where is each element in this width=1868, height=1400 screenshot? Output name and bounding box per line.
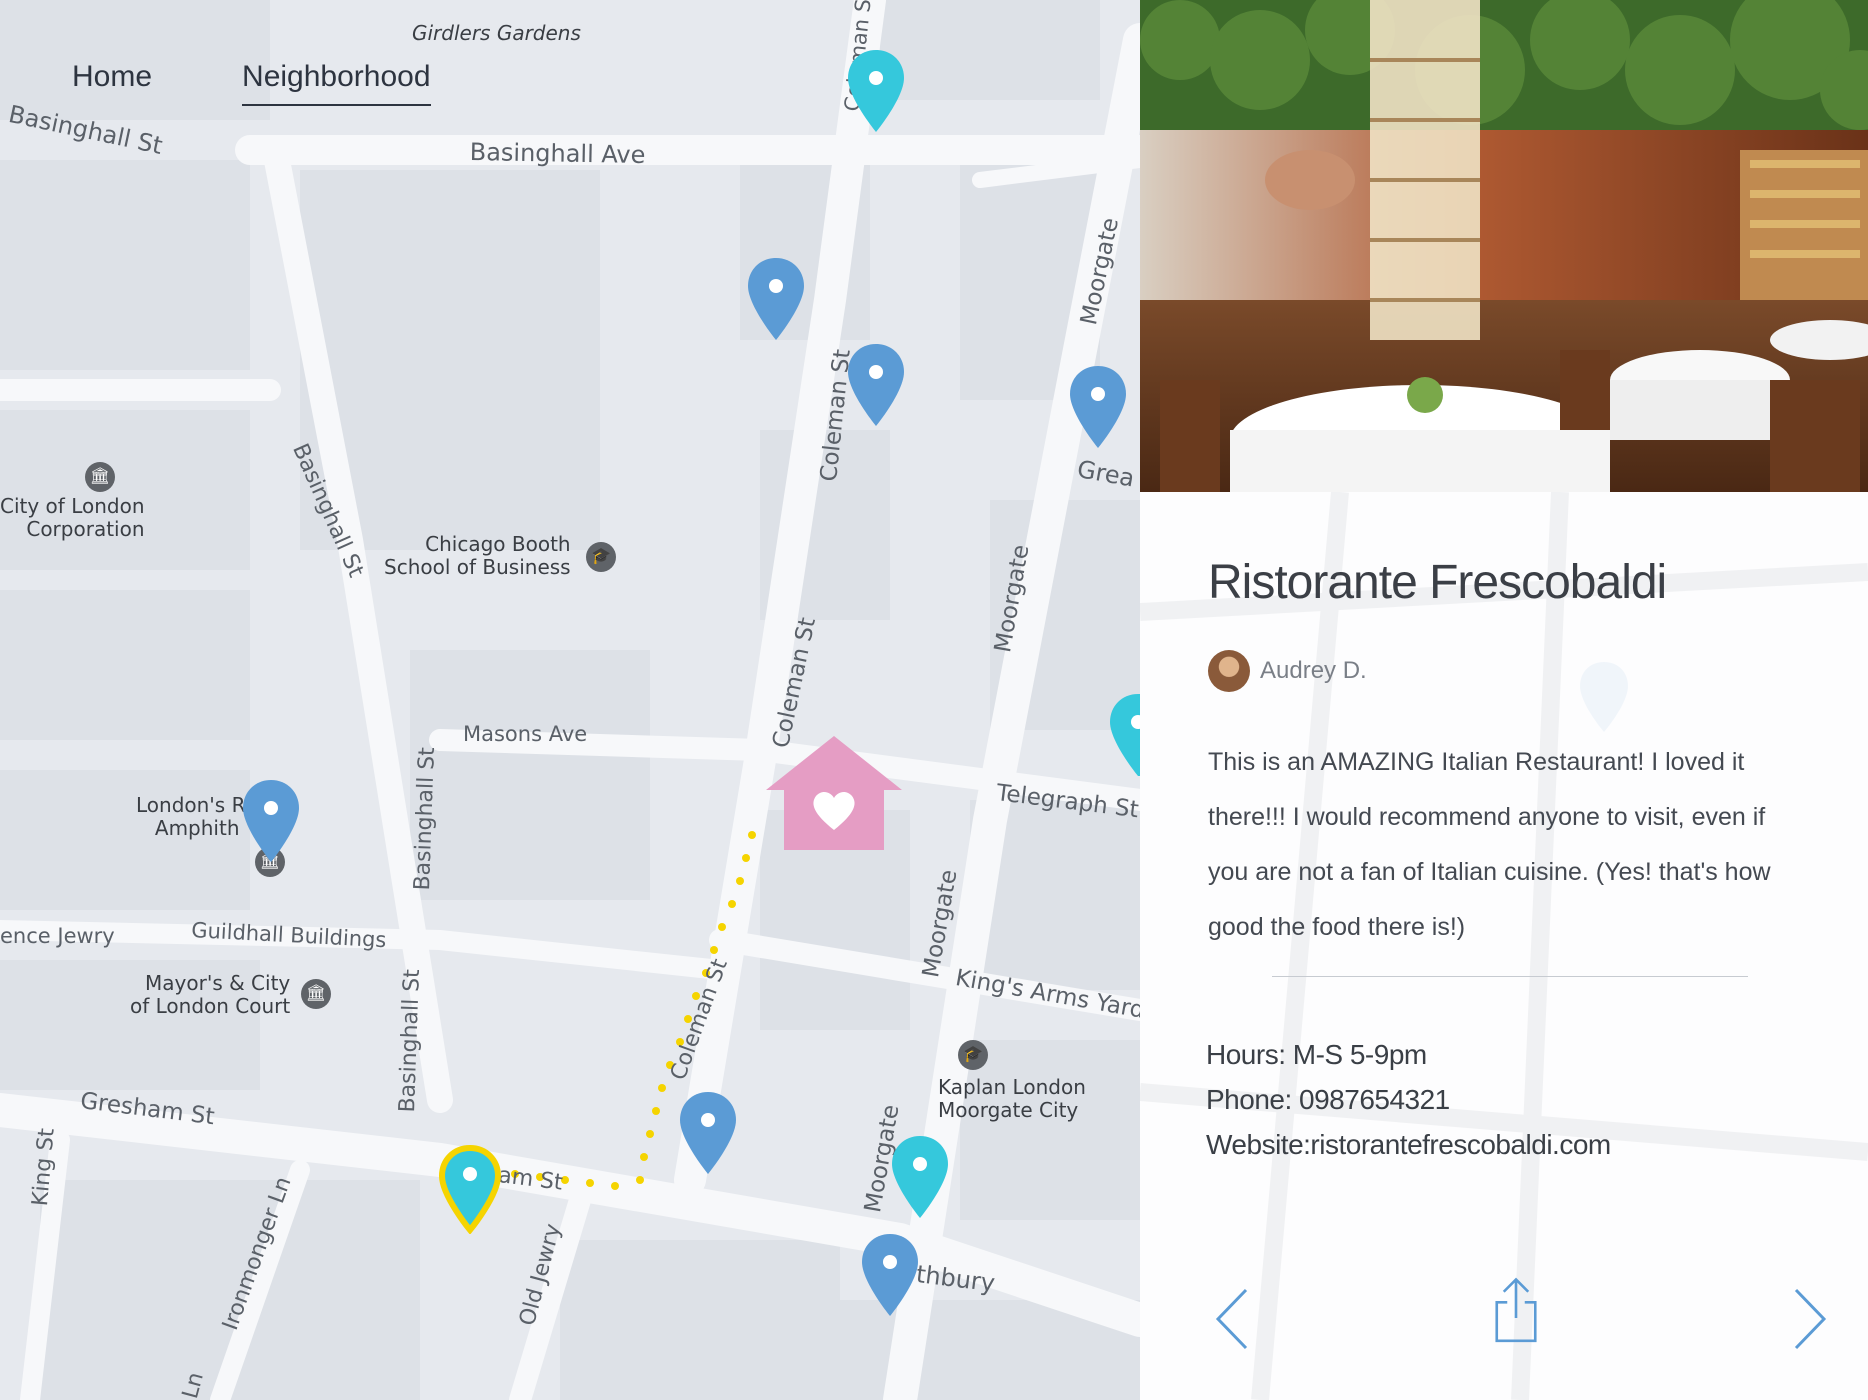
restaurant-info: Hours: M-S 5-9pm Phone: 0987654321 Websi…	[1206, 1032, 1611, 1167]
poi-kaplan[interactable]: Kaplan London Moorgate City	[938, 1076, 1086, 1122]
restaurant-name: Ristorante Frescobaldi	[1208, 556, 1667, 609]
share-icon[interactable]	[1486, 1276, 1546, 1346]
restaurant-photo	[1140, 0, 1868, 492]
home-heart-icon[interactable]	[764, 734, 904, 852]
school-icon[interactable]: 🎓	[586, 542, 616, 572]
map-pin-icon[interactable]	[846, 342, 906, 428]
map-pin-icon[interactable]	[241, 778, 301, 864]
map-pin-icon[interactable]	[1108, 692, 1140, 778]
avatar[interactable]	[1208, 650, 1250, 692]
top-nav: Home Neighborhood	[72, 60, 431, 106]
restaurant-detail-panel: Ristorante Frescobaldi Audrey D. This is…	[1140, 0, 1868, 1400]
street-label: ence Jewry	[0, 924, 115, 948]
website-link[interactable]: ristorantefrescobaldi.com	[1310, 1129, 1611, 1160]
map-base	[0, 0, 1140, 1400]
map-pin-icon[interactable]	[890, 1134, 950, 1220]
website-label: Website:	[1206, 1129, 1311, 1160]
nav-home[interactable]: Home	[72, 60, 152, 106]
website-row: Website:ristorantefrescobaldi.com	[1206, 1122, 1611, 1167]
author-name: Audrey D.	[1260, 657, 1367, 684]
map-pin-icon[interactable]	[860, 1232, 920, 1318]
street-label: Basinghall St	[410, 746, 440, 891]
chevron-right-icon[interactable]	[1780, 1284, 1840, 1354]
poi-city-of-london[interactable]: City of London Corporation	[0, 495, 145, 541]
map-pin-icon[interactable]	[678, 1090, 738, 1176]
street-label: Masons Ave	[463, 722, 588, 746]
map-pin-icon[interactable]	[1068, 364, 1128, 450]
selected-map-pin-icon[interactable]	[438, 1144, 502, 1234]
museum-icon[interactable]: 🏛	[301, 979, 331, 1009]
street-label: Basinghall St	[395, 968, 425, 1113]
street-label: Basinghall Ave	[469, 138, 646, 170]
chevron-left-icon[interactable]	[1202, 1284, 1262, 1354]
museum-icon[interactable]: 🏛	[85, 462, 115, 492]
phone[interactable]: Phone: 0987654321	[1206, 1077, 1611, 1122]
map-pin-icon[interactable]	[846, 48, 906, 134]
review-author[interactable]: Audrey D.	[1208, 650, 1367, 692]
map-view[interactable]: Basinghall St Basinghall Ave Coleman St …	[0, 0, 1140, 1400]
school-icon[interactable]: 🎓	[958, 1040, 988, 1070]
nav-neighborhood[interactable]: Neighborhood	[242, 60, 431, 106]
divider	[1272, 976, 1748, 977]
place-label: Girdlers Gardens	[412, 21, 581, 45]
poi-chicago-booth[interactable]: Chicago Booth School of Business	[384, 533, 571, 579]
map-pin-icon[interactable]	[746, 256, 806, 342]
review-text: This is an AMAZING Italian Restaurant! I…	[1208, 748, 1771, 941]
poi-mayors-court[interactable]: Mayor's & City of London Court	[130, 972, 290, 1018]
hours: Hours: M-S 5-9pm	[1206, 1039, 1427, 1070]
